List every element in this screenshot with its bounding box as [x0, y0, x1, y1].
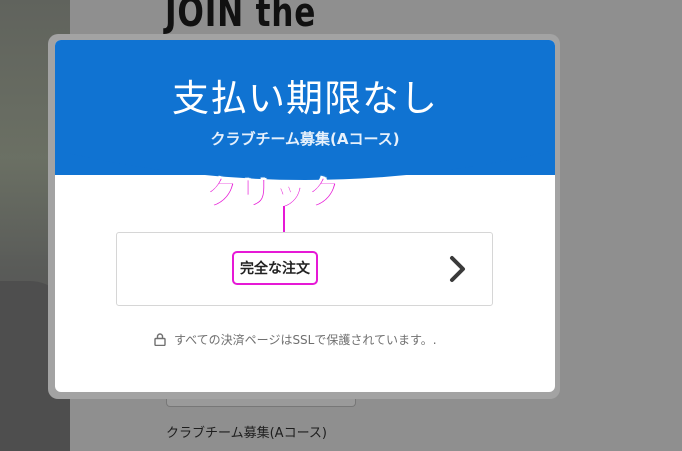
chevron-right-icon	[450, 256, 465, 282]
background-field-label: クラブチーム募集(Aコース)	[166, 426, 327, 441]
lock-icon	[154, 333, 166, 346]
modal-title: 支払い期限なし	[172, 77, 438, 120]
modal-header: 支払い期限なし クラブチーム募集(Aコース)	[55, 40, 555, 180]
complete-order-button[interactable]: 完全な注文	[116, 232, 493, 306]
order-button-label: 完全な注文	[240, 261, 310, 277]
secure-note-text: すべての決済ページはSSLで保護されています。.	[174, 333, 437, 347]
secure-payment-note: すべての決済ページはSSLで保護されています。.	[154, 331, 437, 348]
click-annotation-text: クリック	[205, 174, 342, 215]
modal-subtitle: クラブチーム募集(Aコース)	[210, 130, 400, 148]
order-label-highlight: 完全な注文	[232, 251, 318, 285]
background-heading: JOIN the	[165, 0, 317, 36]
